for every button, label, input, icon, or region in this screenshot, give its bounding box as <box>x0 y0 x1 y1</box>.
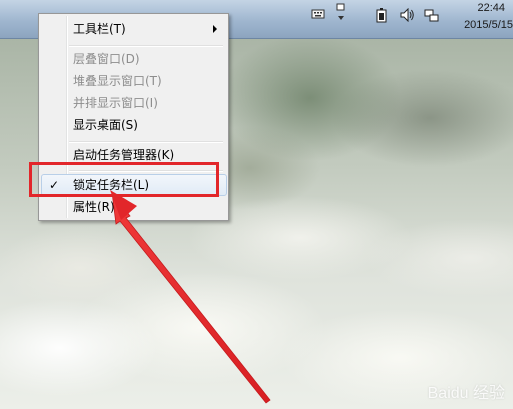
menu-item-label: 工具栏(T) <box>73 22 126 36</box>
menu-item-label: 堆叠显示窗口(T) <box>73 74 162 88</box>
battery-icon[interactable] <box>375 8 389 23</box>
keyboard-icon[interactable] <box>311 8 325 22</box>
clock-date[interactable]: 2015/5/15 <box>464 19 513 31</box>
menu-item-cascade-windows[interactable]: 层叠窗口(D) <box>41 48 225 70</box>
menu-item-label: 层叠窗口(D) <box>73 52 140 66</box>
network-icon[interactable] <box>424 8 439 22</box>
menu-item-toolbars[interactable]: 工具栏(T) <box>41 18 225 40</box>
menu-separator <box>69 141 223 143</box>
menu-separator <box>69 45 223 47</box>
clock-time[interactable]: 22:44 <box>477 2 505 14</box>
menu-item-side-by-side[interactable]: 并排显示窗口(I) <box>41 92 225 114</box>
menu-item-label: 属性(R) <box>73 200 115 214</box>
highlight-box <box>29 162 219 197</box>
menu-item-stack-windows[interactable]: 堆叠显示窗口(T) <box>41 70 225 92</box>
menu-item-label: 显示桌面(S) <box>73 118 138 132</box>
action-center-icon[interactable] <box>334 3 348 20</box>
menu-item-label: 并排显示窗口(I) <box>73 96 158 110</box>
submenu-arrow-icon <box>213 25 217 33</box>
menu-item-properties[interactable]: 属性(R) <box>41 196 225 218</box>
watermark-logo: Baidu 经验 <box>427 385 505 402</box>
menu-item-show-desktop[interactable]: 显示桌面(S) <box>41 114 225 136</box>
volume-icon[interactable] <box>399 7 414 23</box>
